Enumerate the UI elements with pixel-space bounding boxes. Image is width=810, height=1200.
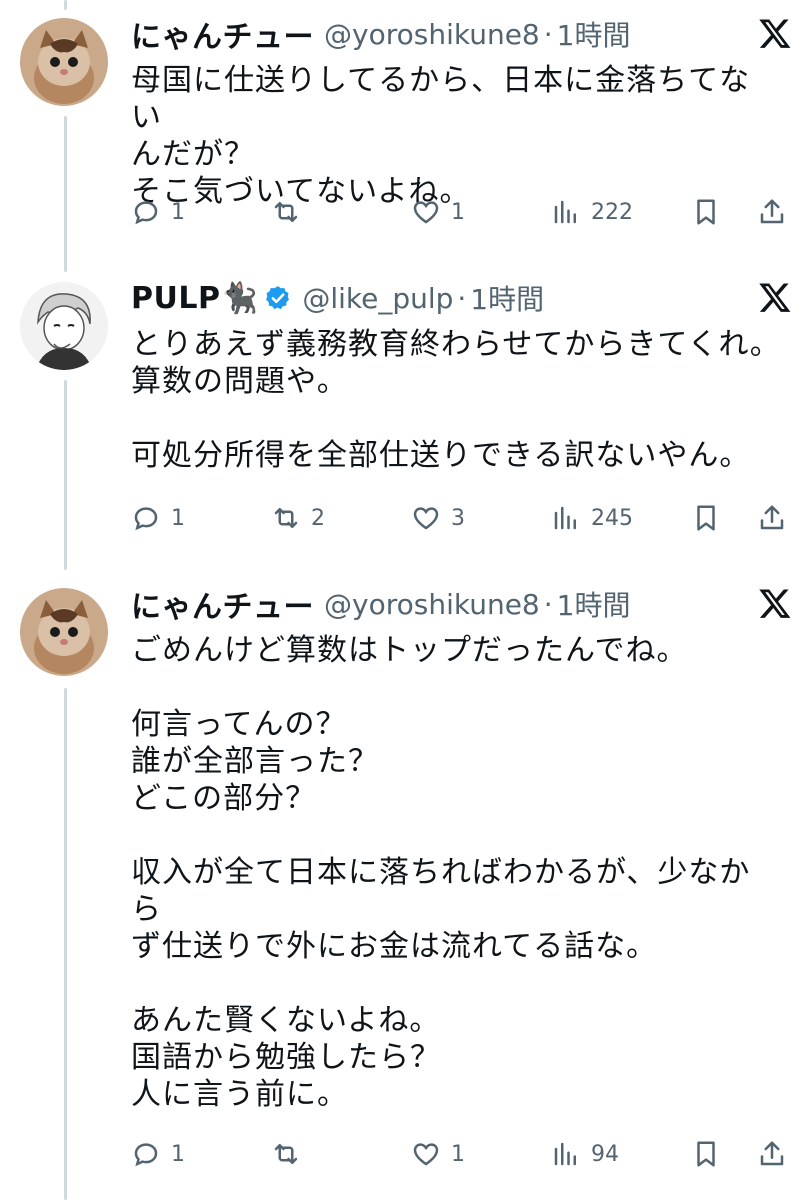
share-button[interactable] [757, 1134, 787, 1174]
bookmark-icon [691, 197, 721, 227]
retweet-button[interactable] [271, 192, 311, 232]
share-icon [757, 1139, 787, 1169]
timestamp[interactable]: 1時間 [470, 278, 544, 318]
reply-count: 1 [171, 199, 185, 225]
handle[interactable]: @like_pulp [302, 282, 453, 315]
avatar[interactable] [20, 282, 108, 370]
separator-dot: · [543, 17, 553, 51]
x-logo-icon [758, 586, 792, 620]
views-count: 245 [591, 505, 633, 531]
reply-icon [131, 1139, 161, 1169]
retweet-count: 2 [311, 505, 325, 531]
like-button[interactable]: 1 [411, 192, 465, 232]
reply-icon [131, 503, 161, 533]
avatar[interactable] [20, 588, 108, 676]
retweet-icon [271, 1139, 301, 1169]
reply-count: 1 [171, 505, 185, 531]
tweet-text: とりあえず義務教育終わらせてからきてくれ。 算数の問題や。 可処分所得を全部仕送… [131, 327, 781, 473]
views-icon [551, 197, 581, 227]
handle[interactable]: @yoroshikune8 [324, 18, 540, 51]
display-name[interactable]: にゃんチュー [131, 582, 314, 626]
handle[interactable]: @yoroshikune8 [324, 588, 540, 621]
tweet-text: 母国に仕送りしてるから、日本に金落ちてない んだが？ そこ気づいてないよね。 [131, 63, 751, 209]
x-logo-icon [758, 280, 792, 314]
tweet[interactable]: PULP🐈‍⬛ @like_pulp · 1時間 とりあえず義務教育終わらせてか… [0, 276, 810, 552]
retweet-button[interactable] [271, 1134, 311, 1174]
tweet-text: ごめんけど算数はトップだったんでね。 何言ってんの？ 誰が全部言った？ どこの部… [131, 633, 751, 1112]
like-icon [411, 1139, 441, 1169]
verified-badge-icon [264, 284, 292, 312]
thread-connector [64, 0, 67, 10]
bookmark-button[interactable] [691, 192, 721, 232]
timestamp[interactable]: 1時間 [557, 14, 631, 54]
separator-dot: · [543, 587, 553, 621]
separator-dot: · [457, 281, 467, 315]
like-count: 3 [451, 505, 465, 531]
reply-icon [131, 197, 161, 227]
share-button[interactable] [757, 192, 787, 232]
reply-button[interactable]: 1 [131, 498, 185, 538]
tweet[interactable]: にゃんチュー @yoroshikune8 · 1時間 ごめんけど算数はトップだっ… [0, 582, 810, 1182]
retweet-icon [271, 503, 301, 533]
bookmark-button[interactable] [691, 498, 721, 538]
views-button[interactable]: 222 [551, 192, 633, 232]
avatar[interactable] [20, 18, 108, 106]
like-button[interactable]: 3 [411, 498, 465, 538]
display-name[interactable]: PULP🐈‍⬛ [131, 281, 258, 316]
like-button[interactable]: 1 [411, 1134, 465, 1174]
share-icon [757, 197, 787, 227]
like-count: 1 [451, 199, 465, 225]
x-logo-icon [758, 16, 792, 50]
bookmark-button[interactable] [691, 1134, 721, 1174]
reply-button[interactable]: 1 [131, 192, 185, 232]
reply-button[interactable]: 1 [131, 1134, 185, 1174]
like-icon [411, 197, 441, 227]
views-icon [551, 503, 581, 533]
bookmark-icon [691, 1139, 721, 1169]
views-button[interactable]: 94 [551, 1134, 619, 1174]
views-count: 94 [591, 1141, 619, 1167]
views-icon [551, 1139, 581, 1169]
timestamp[interactable]: 1時間 [557, 584, 631, 624]
bookmark-icon [691, 503, 721, 533]
views-count: 222 [591, 199, 633, 225]
share-button[interactable] [757, 498, 787, 538]
like-icon [411, 503, 441, 533]
share-icon [757, 503, 787, 533]
retweet-button[interactable]: 2 [271, 498, 325, 538]
display-name[interactable]: にゃんチュー [131, 12, 314, 56]
reply-count: 1 [171, 1141, 185, 1167]
retweet-icon [271, 197, 301, 227]
like-count: 1 [451, 1141, 465, 1167]
tweet[interactable]: にゃんチュー @yoroshikune8 · 1時間 母国に仕送りしてるから、日… [0, 12, 810, 252]
views-button[interactable]: 245 [551, 498, 633, 538]
